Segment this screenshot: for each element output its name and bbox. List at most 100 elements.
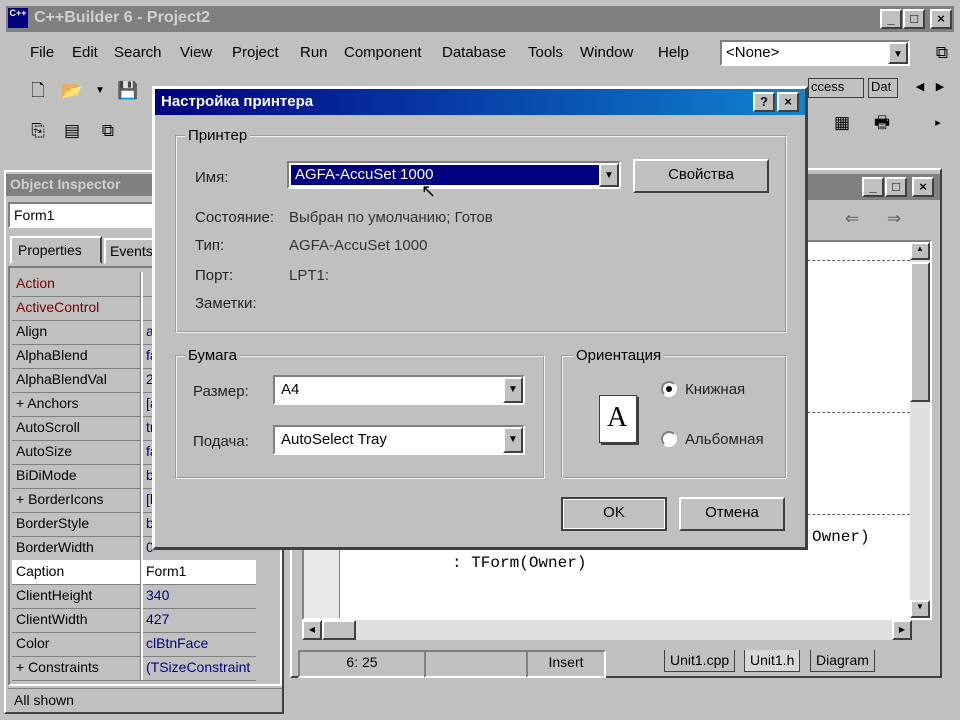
dropdown-arrow-icon[interactable]: ▼ xyxy=(88,80,112,102)
menu-help[interactable]: Help xyxy=(658,44,689,61)
component-grid-icon[interactable]: ▦ xyxy=(830,112,854,134)
property-value[interactable]: 427 xyxy=(146,611,258,627)
dialog-close-icon[interactable]: × xyxy=(777,92,799,112)
component-printer-icon[interactable]: 🖶 xyxy=(870,112,894,134)
help-icon[interactable]: ? xyxy=(753,92,775,112)
landscape-radio[interactable] xyxy=(661,431,677,447)
printer-name-combo[interactable]: AGFA-AccuSet 1000 ▼ xyxy=(287,161,621,189)
new-file-icon[interactable]: 🗋 xyxy=(26,80,50,102)
column-separator[interactable] xyxy=(140,464,143,488)
tab-properties[interactable]: Properties xyxy=(10,236,102,264)
column-separator[interactable] xyxy=(140,272,143,296)
toolbar-row-2: ⎘ ▤ ⧉ xyxy=(10,114,150,148)
palette-tab-data[interactable]: Dat xyxy=(868,78,898,98)
scroll-up-icon[interactable]: ▲ xyxy=(910,242,930,260)
property-row[interactable]: ClientHeight 340 xyxy=(12,584,256,609)
minimize-icon[interactable]: _ xyxy=(880,9,902,29)
horizontal-scrollbar[interactable]: ◀ ▶ xyxy=(302,620,912,640)
property-row[interactable]: ClientWidth 427 xyxy=(12,608,256,633)
editor-close-icon[interactable]: × xyxy=(912,177,934,197)
paper-source-combo[interactable]: AutoSelect Tray ▼ xyxy=(273,425,525,455)
cancel-button[interactable]: Отмена xyxy=(679,497,785,531)
column-separator[interactable] xyxy=(140,488,143,512)
menu-run[interactable]: Run xyxy=(300,44,328,61)
insert-mode: Insert xyxy=(526,650,606,678)
properties-button[interactable]: Свойства xyxy=(633,159,769,193)
column-separator[interactable] xyxy=(140,584,143,608)
editor-minimize-icon[interactable]: _ xyxy=(862,177,884,197)
property-row[interactable]: + Constraints (TSizeConstraint xyxy=(12,656,256,681)
column-separator[interactable] xyxy=(140,392,143,416)
menu-tools[interactable]: Tools xyxy=(528,44,563,61)
menu-component[interactable]: Component xyxy=(344,44,422,61)
column-separator[interactable] xyxy=(140,320,143,344)
view-form-icon[interactable]: ▤ xyxy=(60,120,84,142)
back-icon[interactable]: ⇐ xyxy=(840,208,864,230)
ok-button[interactable]: OK xyxy=(561,497,667,531)
menu-project[interactable]: Project xyxy=(232,44,279,61)
column-separator[interactable] xyxy=(140,656,143,680)
close-icon[interactable]: × xyxy=(930,9,952,29)
object-selector[interactable]: Form1 xyxy=(8,202,160,228)
property-row[interactable]: Caption Form1 xyxy=(12,560,256,585)
menu-view[interactable]: View xyxy=(180,44,212,61)
scroll-left-icon[interactable]: ◀ xyxy=(302,620,322,640)
tab-unit1-h[interactable]: Unit1.h xyxy=(744,650,801,672)
type-value: AGFA-AccuSet 1000 xyxy=(289,237,428,254)
scroll-thumb[interactable] xyxy=(910,262,930,402)
paper-size-combo[interactable]: A4 ▼ xyxy=(273,375,525,405)
app-icon: C++ xyxy=(8,8,28,28)
save-icon[interactable]: 💾 xyxy=(116,80,140,102)
column-separator[interactable] xyxy=(140,440,143,464)
maximize-icon[interactable]: □ xyxy=(903,9,925,29)
property-name: ClientWidth xyxy=(16,611,88,627)
menu-window[interactable]: Window xyxy=(580,44,633,61)
menu-edit[interactable]: Edit xyxy=(72,44,98,61)
scroll-down-icon[interactable]: ▼ xyxy=(910,600,930,618)
column-separator[interactable] xyxy=(140,512,143,536)
chevron-down-icon[interactable]: ▼ xyxy=(503,427,523,453)
component-icon[interactable]: ⧉ xyxy=(930,42,954,64)
scroll-right-icon[interactable]: ▶ xyxy=(928,76,952,98)
property-value[interactable]: (TSizeConstraint xyxy=(146,659,258,675)
toggle-form-unit-icon[interactable]: ⧉ xyxy=(96,120,120,142)
view-unit-icon[interactable]: ⎘ xyxy=(26,120,50,142)
chevron-down-icon[interactable]: ▼ xyxy=(888,42,908,64)
property-row[interactable]: Color clBtnFace xyxy=(12,632,256,657)
column-separator[interactable] xyxy=(140,632,143,656)
chevron-down-icon[interactable]: ▼ xyxy=(599,163,619,187)
vertical-scrollbar[interactable]: ▲ ▼ xyxy=(910,242,930,618)
dialog-title-bar[interactable]: Настройка принтера ? × xyxy=(155,89,805,115)
editor-maximize-icon[interactable]: □ xyxy=(885,177,907,197)
portrait-radio[interactable] xyxy=(661,381,677,397)
column-separator[interactable] xyxy=(140,560,143,584)
menu-file[interactable]: File xyxy=(30,44,54,61)
column-separator[interactable] xyxy=(140,608,143,632)
chevron-down-icon[interactable]: ▼ xyxy=(503,377,523,403)
orientation-group xyxy=(561,355,787,479)
tab-unit1-cpp[interactable]: Unit1.cpp xyxy=(664,650,736,672)
landscape-label[interactable]: Альбомная xyxy=(685,431,764,448)
column-separator[interactable] xyxy=(140,344,143,368)
toolbar-combo[interactable]: <None> ▼ xyxy=(720,40,910,66)
scroll-thumb[interactable] xyxy=(322,620,356,640)
menu-database[interactable]: Database xyxy=(442,44,506,61)
palette-tab-access[interactable]: ccess xyxy=(808,78,864,98)
menu-search[interactable]: Search xyxy=(114,44,162,61)
tab-diagram[interactable]: Diagram xyxy=(810,650,875,672)
column-separator[interactable] xyxy=(140,368,143,392)
portrait-label[interactable]: Книжная xyxy=(685,381,745,398)
property-value[interactable]: clBtnFace xyxy=(146,635,258,651)
tab-events[interactable]: Events xyxy=(104,238,156,264)
code-line: Owner) xyxy=(812,528,870,546)
scroll-right-icon[interactable]: ▶ xyxy=(892,620,912,640)
forward-icon[interactable]: ⇒ xyxy=(882,208,906,230)
property-value[interactable]: 340 xyxy=(146,587,258,603)
more-icon[interactable]: ▸ xyxy=(926,112,950,134)
column-separator[interactable] xyxy=(140,296,143,320)
column-separator[interactable] xyxy=(140,416,143,440)
ide-title-bar[interactable]: C++ C++Builder 6 - Project2 _ □ × xyxy=(6,6,954,32)
open-folder-icon[interactable]: 📂 xyxy=(60,80,84,102)
property-value[interactable]: Form1 xyxy=(146,563,258,579)
column-separator[interactable] xyxy=(140,536,143,560)
